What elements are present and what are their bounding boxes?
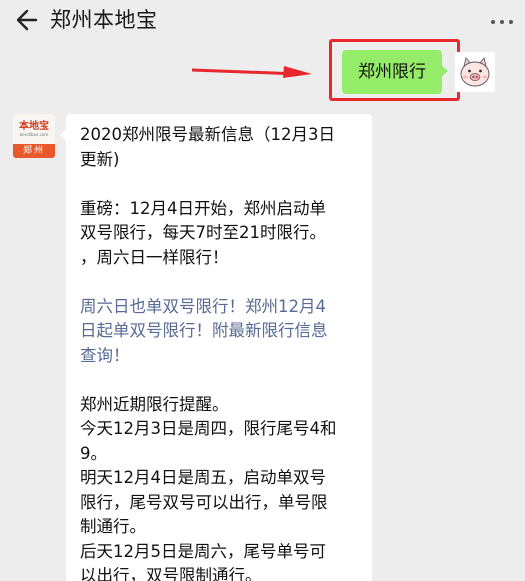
bendibao-logo: 本地宝 bendibao.com (13, 114, 55, 144)
red-arrow-icon (192, 66, 312, 78)
outgoing-message-bubble[interactable]: 郑州限行 (342, 50, 448, 94)
outgoing-message-text: 郑州限行 (358, 62, 426, 82)
pig-avatar-icon[interactable] (455, 52, 495, 92)
reply-announcement: 重磅：12月4日开始，郑州启动单 双号限行，每天7时至21时限行。 ，周六日一样… (80, 198, 326, 267)
reply-day-after: 后天12月5日是周六，尾号单号可 以出行，双号限制通行。 (80, 541, 326, 581)
logo-url: bendibao.com (19, 131, 49, 137)
bot-avatar[interactable]: 本地宝 bendibao.com 郑州 (13, 114, 55, 158)
more-dots-icon[interactable] (489, 16, 515, 28)
reply-heading: 2020郑州限号最新信息（12月3日 更新) (80, 125, 335, 169)
logo-city: 郑州 (13, 144, 55, 158)
reply-tomorrow: 明天12月4日是周五，启动单双号 限行，尾号双号可以出行，单号限 制通行。 (80, 468, 328, 536)
incoming-message-bubble: 2020郑州限号最新信息（12月3日 更新) 重磅：12月4日开始，郑州启动单 … (60, 114, 372, 581)
reply-today: 今天12月3日是周四，限行尾号4和 9。 (80, 419, 337, 463)
reply-reminder-title: 郑州近期限行提醒。 (80, 394, 229, 414)
back-arrow-icon[interactable] (14, 8, 40, 34)
chat-title: 郑州本地宝 (50, 8, 158, 32)
article-link[interactable]: 周六日也单双号限行！郑州12月4 日起单双号限行！附最新限行信息 查询！ (80, 295, 360, 369)
logo-name: 本地宝 (19, 120, 49, 132)
